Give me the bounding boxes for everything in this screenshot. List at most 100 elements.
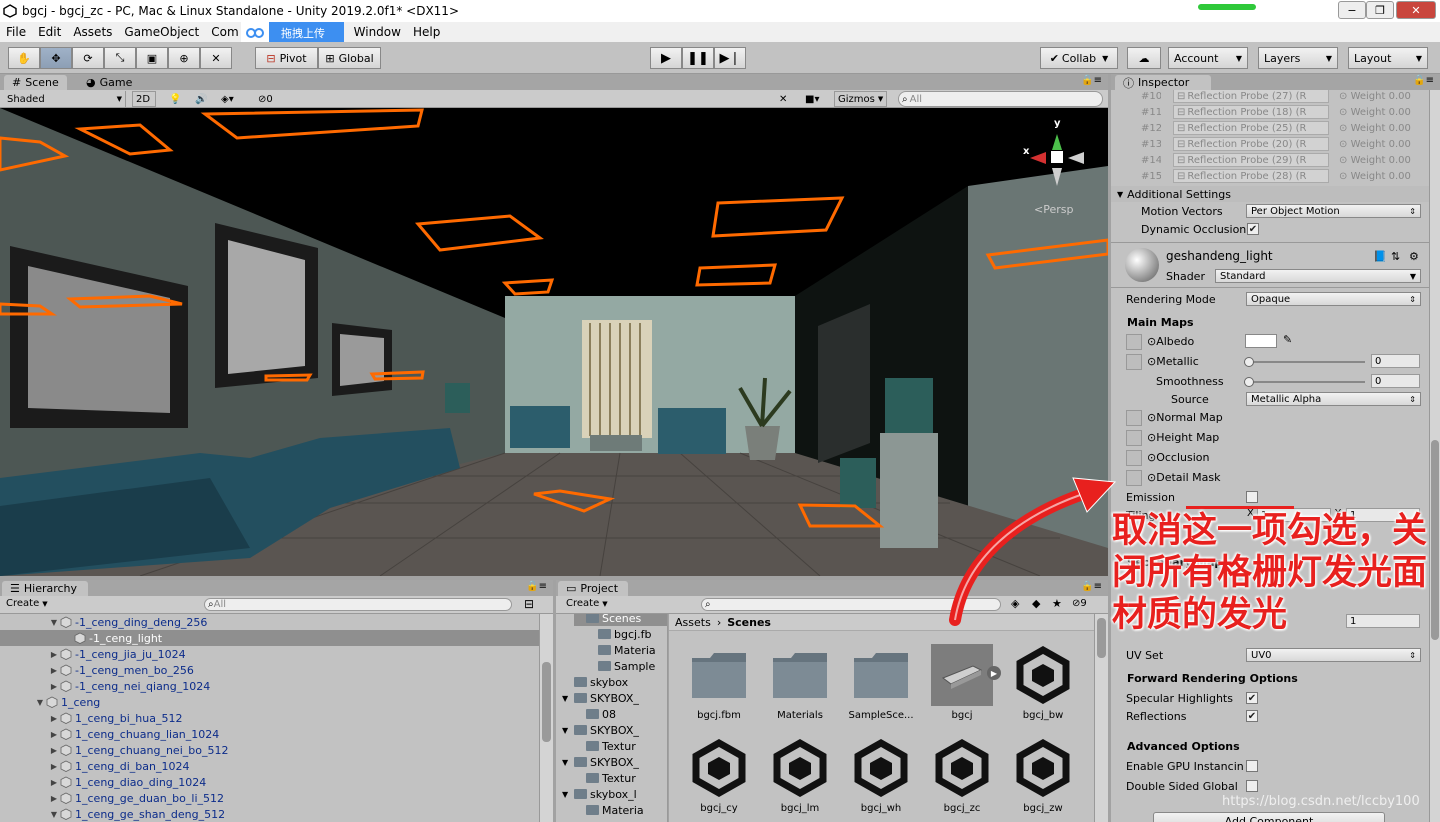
tab-game[interactable]: ◕ Game <box>78 75 140 90</box>
scrollbar-thumb[interactable] <box>542 662 551 742</box>
asset-item[interactable]: SampleSce... <box>844 644 918 721</box>
menu-assets[interactable]: Assets <box>67 25 118 39</box>
asset-item[interactable]: bgcj.fbm <box>682 644 756 721</box>
dynamic-occlusion-checkbox[interactable]: ✔ <box>1247 223 1259 235</box>
chevron-right-icon[interactable]: ▶ <box>48 650 60 659</box>
reflections-checkbox[interactable]: ✔ <box>1246 710 1258 722</box>
project-tree-item[interactable]: Sample <box>586 658 655 674</box>
hierarchy-search-input[interactable]: ⌕ All <box>204 598 512 611</box>
hierarchy-item[interactable]: ▶ -1_ceng_men_bo_256 <box>0 662 539 678</box>
play-button[interactable]: ▶ <box>650 47 682 69</box>
move-tool-button[interactable]: ✥ <box>40 47 72 69</box>
metallic-slider-knob[interactable] <box>1244 357 1254 367</box>
hierarchy-item[interactable]: ▶ 1_ceng_chuang_lian_1024 <box>0 726 539 742</box>
emission-checkbox[interactable] <box>1246 491 1258 503</box>
probe-object-field[interactable]: ⊟ Reflection Probe (18) (R <box>1173 105 1329 119</box>
add-component-button[interactable]: Add Component <box>1153 812 1385 822</box>
project-tree-item[interactable]: Materia <box>586 642 656 658</box>
scale-tool-button[interactable]: ⤡ <box>104 47 136 69</box>
pause-button[interactable]: ❚❚ <box>682 47 714 69</box>
effects-dropdown[interactable]: ◈▾ <box>218 91 237 107</box>
menu-file[interactable]: File <box>0 25 32 39</box>
project-tree-item[interactable]: ▼ SKYBOX_ <box>562 722 639 738</box>
step-button[interactable]: ▶❘ <box>714 47 746 69</box>
collab-dropdown[interactable]: ✔ Collab ▼ <box>1040 47 1118 69</box>
gpu-instancing-checkbox[interactable] <box>1246 760 1258 772</box>
hierarchy-item[interactable]: -1_ceng_light <box>0 630 539 646</box>
additional-settings-header[interactable]: ▼ Additional Settings <box>1111 186 1429 202</box>
project-scrollbar[interactable] <box>1094 614 1108 822</box>
asset-item[interactable]: Materials <box>763 644 837 721</box>
probe-object-field[interactable]: ⊟ Reflection Probe (25) (R <box>1173 121 1329 135</box>
project-tree-item[interactable]: Textur <box>574 738 636 754</box>
hierarchy-item[interactable]: ▶ -1_ceng_nei_qiang_1024 <box>0 678 539 694</box>
hierarchy-item[interactable]: ▶ 1_ceng_chuang_nei_bo_512 <box>0 742 539 758</box>
menu-gameobject[interactable]: GameObject <box>118 25 205 39</box>
rect-tool-button[interactable]: ▣ <box>136 47 168 69</box>
scene-search-input[interactable]: ⌕ All <box>898 91 1103 107</box>
chevron-right-icon[interactable]: ▶ <box>48 762 60 771</box>
project-tree-item[interactable]: Materia <box>574 802 644 818</box>
chevron-right-icon[interactable]: ▶ <box>48 666 60 675</box>
project-tree-item[interactable]: ▼ SKYBOX_ <box>562 754 639 770</box>
menu-window[interactable]: Window <box>348 25 407 39</box>
chevron-right-icon[interactable]: ▶ <box>48 746 60 755</box>
tab-scene[interactable]: # Scene <box>4 75 67 90</box>
hand-tool-button[interactable]: ✋ <box>8 47 40 69</box>
eyedropper-icon[interactable]: ✎ <box>1283 333 1292 346</box>
minimize-button[interactable]: − <box>1338 1 1366 19</box>
chevron-right-icon[interactable]: ▶ <box>48 778 60 787</box>
audio-toggle[interactable]: 🔊 <box>192 91 210 107</box>
menu-help[interactable]: Help <box>407 25 446 39</box>
gear-icon[interactable]: ⚙ <box>1409 250 1419 263</box>
chevron-down-icon[interactable]: ▼ <box>562 790 574 799</box>
inspector-scrollbar[interactable] <box>1429 90 1440 822</box>
rendering-mode-dropdown[interactable]: Opaque ⇕ <box>1246 292 1421 306</box>
asset-item[interactable]: bgcj_lm <box>763 737 837 814</box>
cloud-button[interactable]: ☁ <box>1127 47 1161 69</box>
breadcrumb-assets[interactable]: Assets <box>675 616 711 629</box>
project-create-dropdown[interactable]: Create ▼ <box>566 598 608 609</box>
preset-icon[interactable]: ⇅ <box>1391 250 1400 263</box>
hierarchy-item[interactable]: ▼ 1_ceng <box>0 694 539 710</box>
hierarchy-item[interactable]: ▶ 1_ceng_bi_hua_512 <box>0 710 539 726</box>
smoothness-input[interactable]: 0 <box>1371 374 1420 388</box>
panel-menu-icon[interactable]: 🔒≡ <box>526 581 547 592</box>
layers-dropdown[interactable]: Layers ▼ <box>1258 47 1338 69</box>
chevron-right-icon[interactable]: ▶ <box>48 714 60 723</box>
project-tree-item[interactable]: 08 <box>574 706 616 722</box>
chevron-down-icon[interactable]: ▼ <box>34 698 46 707</box>
uv-set-dropdown[interactable]: UV0 ⇕ <box>1246 648 1421 662</box>
gizmos-dropdown[interactable]: Gizmos ▼ <box>834 91 888 107</box>
panel-menu-icon[interactable]: 🔒≡ <box>1081 75 1102 86</box>
chevron-right-icon[interactable]: ▶ <box>48 682 60 691</box>
lighting-toggle[interactable]: 💡 <box>166 91 184 107</box>
probe-object-field[interactable]: ⊟ Reflection Probe (29) (R <box>1173 153 1329 167</box>
probe-object-field[interactable]: ⊟ Reflection Probe (27) (R <box>1173 90 1329 103</box>
source-dropdown[interactable]: Metallic Alpha ⇕ <box>1246 392 1421 406</box>
hierarchy-item[interactable]: ▼ -1_ceng_ding_deng_256 <box>0 614 539 630</box>
double-sided-checkbox[interactable] <box>1246 780 1258 792</box>
project-tree-item[interactable]: ▼ SKYBOX_ <box>562 690 639 706</box>
breadcrumb-scenes[interactable]: Scenes <box>727 616 771 629</box>
asset-item[interactable]: bgcj_wh <box>844 737 918 814</box>
tab-project[interactable]: ▭ Project <box>558 581 628 596</box>
camera-dropdown[interactable]: ■▾ <box>802 91 822 107</box>
asset-item[interactable]: bgcj <box>925 644 999 721</box>
chevron-down-icon[interactable]: ▼ <box>562 726 574 735</box>
hierarchy-item[interactable]: ▶ 1_ceng_ge_duan_bo_li_512 <box>0 790 539 806</box>
asset-item[interactable]: bgcj_zc <box>925 737 999 814</box>
chevron-down-icon[interactable]: ▼ <box>48 810 60 819</box>
asset-item[interactable]: bgcj_cy <box>682 737 756 814</box>
custom-tool-button[interactable]: ✕ <box>200 47 232 69</box>
smoothness-slider[interactable] <box>1249 381 1365 383</box>
hierarchy-scrollbar[interactable] <box>539 614 553 822</box>
tab-hierarchy[interactable]: ☰ Hierarchy <box>2 581 88 596</box>
smoothness-slider-knob[interactable] <box>1244 377 1254 387</box>
drag-upload-overlay[interactable]: 拖拽上传 <box>241 22 344 44</box>
project-tree-item[interactable]: Textur <box>574 770 636 786</box>
project-tree-item[interactable]: Scenes <box>574 614 667 626</box>
shader-dropdown[interactable]: Standard ▼ <box>1215 269 1421 283</box>
chevron-down-icon[interactable]: ▼ <box>48 618 60 627</box>
maximize-button[interactable]: ❐ <box>1366 1 1394 19</box>
